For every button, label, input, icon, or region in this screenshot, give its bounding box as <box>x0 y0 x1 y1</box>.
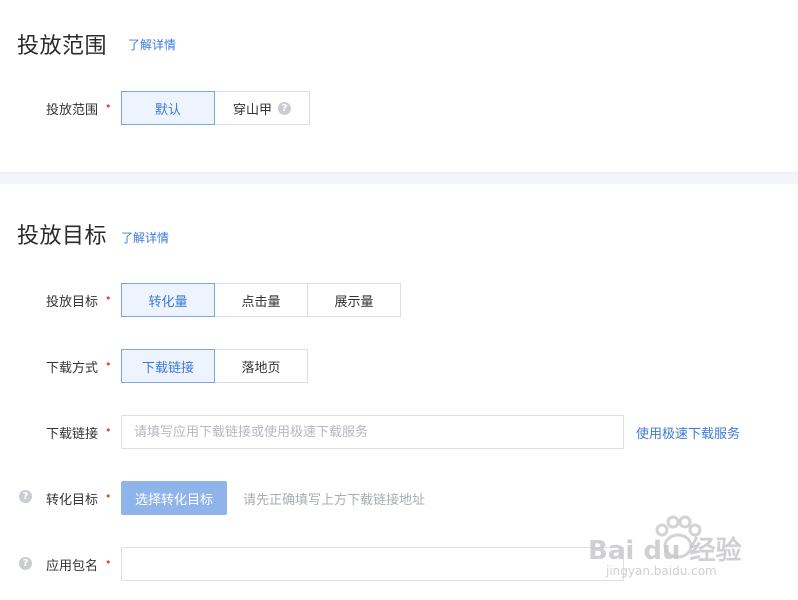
goal-option-impressions[interactable]: 展示量 <box>307 283 401 317</box>
watermark-url: jingyan.baidu.com <box>606 564 717 578</box>
download-method-label: 下载方式 <box>45 361 98 376</box>
baidu-jingyan-watermark: Bai du 经验 jingyan.baidu.com <box>588 512 788 592</box>
required-marker: • <box>105 292 112 305</box>
section-title-range: 投放范围 <box>17 34 108 59</box>
download-link-input[interactable] <box>121 415 624 449</box>
required-marker: • <box>105 100 112 113</box>
range-segmented: 默认 穿山甲 ? <box>121 91 310 125</box>
range-field-label: 投放范围 <box>45 103 98 118</box>
range-option-default[interactable]: 默认 <box>121 91 215 125</box>
range-option-pangolin[interactable]: 穿山甲 ? <box>214 91 310 125</box>
fast-download-service-link[interactable]: 使用极速下载服务 <box>636 423 740 442</box>
required-marker: • <box>105 424 112 437</box>
required-marker: • <box>105 358 112 371</box>
range-detail-link[interactable]: 了解详情 <box>128 36 176 53</box>
goal-field-label: 投放目标 <box>45 295 98 310</box>
conversion-goal-label: 转化目标 <box>45 493 98 508</box>
section-title-goal: 投放目标 <box>17 224 108 249</box>
download-method-link[interactable]: 下载链接 <box>121 349 215 383</box>
required-marker: • <box>105 490 112 503</box>
select-conversion-goal-button[interactable]: 选择转化目标 <box>121 481 227 515</box>
goal-option-conversions[interactable]: 转化量 <box>121 283 215 317</box>
required-marker: • <box>105 556 112 569</box>
download-method-segmented: 下载链接 落地页 <box>121 349 308 383</box>
section-divider <box>0 172 798 184</box>
package-name-input[interactable] <box>121 547 624 581</box>
goal-segmented: 转化量 点击量 展示量 <box>121 283 401 317</box>
watermark-logo: Bai du 经验 <box>588 536 742 566</box>
conversion-goal-hint: 请先正确填写上方下载链接地址 <box>243 493 426 508</box>
download-method-landing-page[interactable]: 落地页 <box>214 349 308 383</box>
range-option-pangolin-label: 穿山甲 <box>232 102 272 118</box>
help-icon[interactable]: ? <box>278 101 291 115</box>
download-link-label: 下载链接 <box>45 427 98 442</box>
goal-option-clicks[interactable]: 点击量 <box>214 283 308 317</box>
goal-detail-link[interactable]: 了解详情 <box>121 229 169 246</box>
package-name-label: 应用包名 <box>45 559 98 574</box>
